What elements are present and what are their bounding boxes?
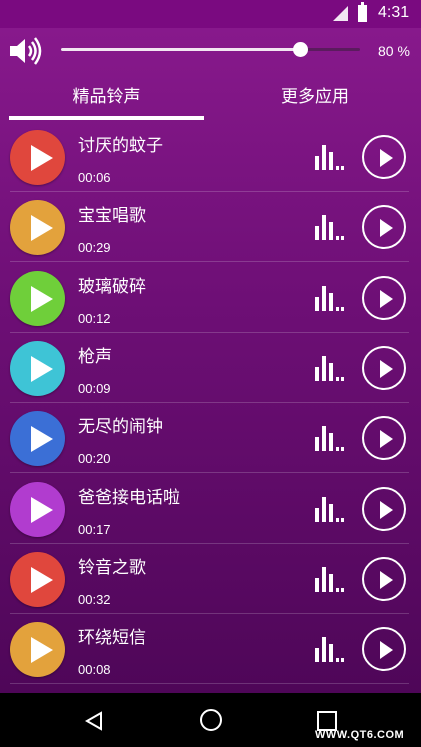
ringtone-item[interactable]: 无尽的闹钟 00:20	[0, 403, 421, 474]
ringtone-cover-play-icon[interactable]	[10, 622, 65, 678]
ringtone-duration: 00:32	[78, 591, 111, 607]
speaker-icon[interactable]	[8, 36, 44, 66]
ringtone-duration: 00:29	[78, 240, 111, 256]
play-triangle-icon	[31, 426, 53, 453]
ringtone-title: 宝宝唱歌	[78, 206, 146, 227]
play-triangle-icon	[31, 566, 53, 593]
screen: 4:31 80 % 精品铃声 更多应用 讨厌的蚊子 00:06 宝宝唱歌 00:29 玻…	[0, 0, 421, 747]
volume-slider-fill	[61, 48, 301, 51]
back-icon[interactable]	[84, 711, 104, 731]
battery-icon	[358, 2, 367, 22]
ringtone-duration: 00:08	[78, 662, 111, 678]
home-icon[interactable]	[200, 709, 222, 731]
play-triangle-icon	[31, 496, 53, 523]
volume-value: 80 %	[378, 43, 410, 59]
play-triangle-icon	[31, 355, 53, 382]
play-triangle-icon	[31, 145, 53, 171]
watermark: WWW.QT6.COM	[315, 729, 405, 741]
ringtone-cover-play-icon[interactable]	[10, 340, 65, 396]
ringtone-item[interactable]: 讨厌的蚊子 00:06	[0, 122, 421, 192]
equalizer-icon[interactable]	[315, 285, 345, 311]
volume-slider[interactable]	[61, 42, 360, 57]
play-button[interactable]	[362, 135, 406, 179]
ringtone-duration: 00:09	[78, 380, 111, 396]
play-button[interactable]	[362, 275, 406, 320]
ringtone-cover-play-icon[interactable]	[10, 481, 65, 537]
ringtone-item[interactable]: 爸爸接电话啦 00:17	[0, 474, 421, 544]
equalizer-icon[interactable]	[315, 637, 345, 663]
play-icon	[380, 641, 393, 660]
play-icon	[380, 570, 393, 589]
status-time: 4:31	[378, 4, 410, 21]
play-button[interactable]	[362, 416, 406, 461]
equalizer-icon[interactable]	[315, 215, 345, 241]
active-tab-indicator	[9, 116, 204, 120]
ringtone-title: 无尽的闹钟	[78, 417, 163, 438]
ringtone-item[interactable]: 铃音之歌 00:32	[0, 544, 421, 614]
ringtone-duration: 00:20	[78, 451, 111, 467]
play-button[interactable]	[362, 556, 406, 601]
volume-row: 80 %	[0, 28, 421, 74]
ringtone-duration: 00:17	[78, 521, 111, 537]
play-icon	[380, 359, 393, 378]
ringtone-title: 爸爸接电话啦	[78, 487, 180, 508]
play-triangle-icon	[31, 285, 53, 312]
ringtone-cover-play-icon[interactable]	[10, 130, 65, 185]
ringtone-item[interactable]: 环绕短信 00:08	[0, 614, 421, 685]
ringtone-duration: 00:06	[78, 170, 111, 185]
ringtone-duration: 00:12	[78, 310, 111, 326]
play-triangle-icon	[31, 637, 53, 664]
ringtone-item[interactable]: 玻璃破碎 00:12	[0, 263, 421, 333]
ringtone-title: 铃音之歌	[78, 557, 146, 578]
ringtone-cover-play-icon[interactable]	[10, 411, 65, 467]
play-icon	[380, 149, 393, 167]
volume-slider-thumb[interactable]	[293, 42, 309, 57]
ringtone-title: 枪声	[78, 346, 112, 367]
ringtone-title: 讨厌的蚊子	[78, 136, 163, 156]
ringtone-cover-play-icon[interactable]	[10, 551, 65, 607]
equalizer-icon[interactable]	[315, 566, 345, 592]
play-triangle-icon	[31, 215, 53, 242]
status-bar: 4:31	[0, 0, 421, 28]
ringtone-cover-play-icon[interactable]	[10, 270, 65, 326]
play-button[interactable]	[362, 486, 406, 531]
play-icon	[380, 430, 393, 449]
tab-featured-ringtones[interactable]: 精品铃声	[9, 74, 204, 122]
equalizer-icon[interactable]	[315, 145, 345, 170]
play-button[interactable]	[362, 627, 406, 672]
ringtone-title: 环绕短信	[78, 628, 146, 649]
ringtone-title: 玻璃破碎	[78, 276, 146, 297]
play-button[interactable]	[362, 345, 406, 390]
equalizer-icon[interactable]	[315, 426, 345, 452]
play-icon	[380, 219, 393, 238]
tab-bar: 精品铃声 更多应用	[0, 74, 421, 122]
tab-more-apps[interactable]: 更多应用	[210, 74, 420, 122]
equalizer-icon[interactable]	[315, 496, 345, 522]
equalizer-icon[interactable]	[315, 355, 345, 381]
play-icon	[380, 289, 393, 308]
play-icon	[380, 500, 393, 519]
ringtone-cover-play-icon[interactable]	[10, 200, 65, 256]
ringtone-item[interactable]: 枪声 00:09	[0, 333, 421, 403]
recent-apps-icon[interactable]	[317, 711, 337, 731]
play-button[interactable]	[362, 205, 406, 250]
row-divider	[10, 683, 409, 685]
signal-icon	[333, 6, 348, 21]
ringtone-item[interactable]: 宝宝唱歌 00:29	[0, 192, 421, 263]
